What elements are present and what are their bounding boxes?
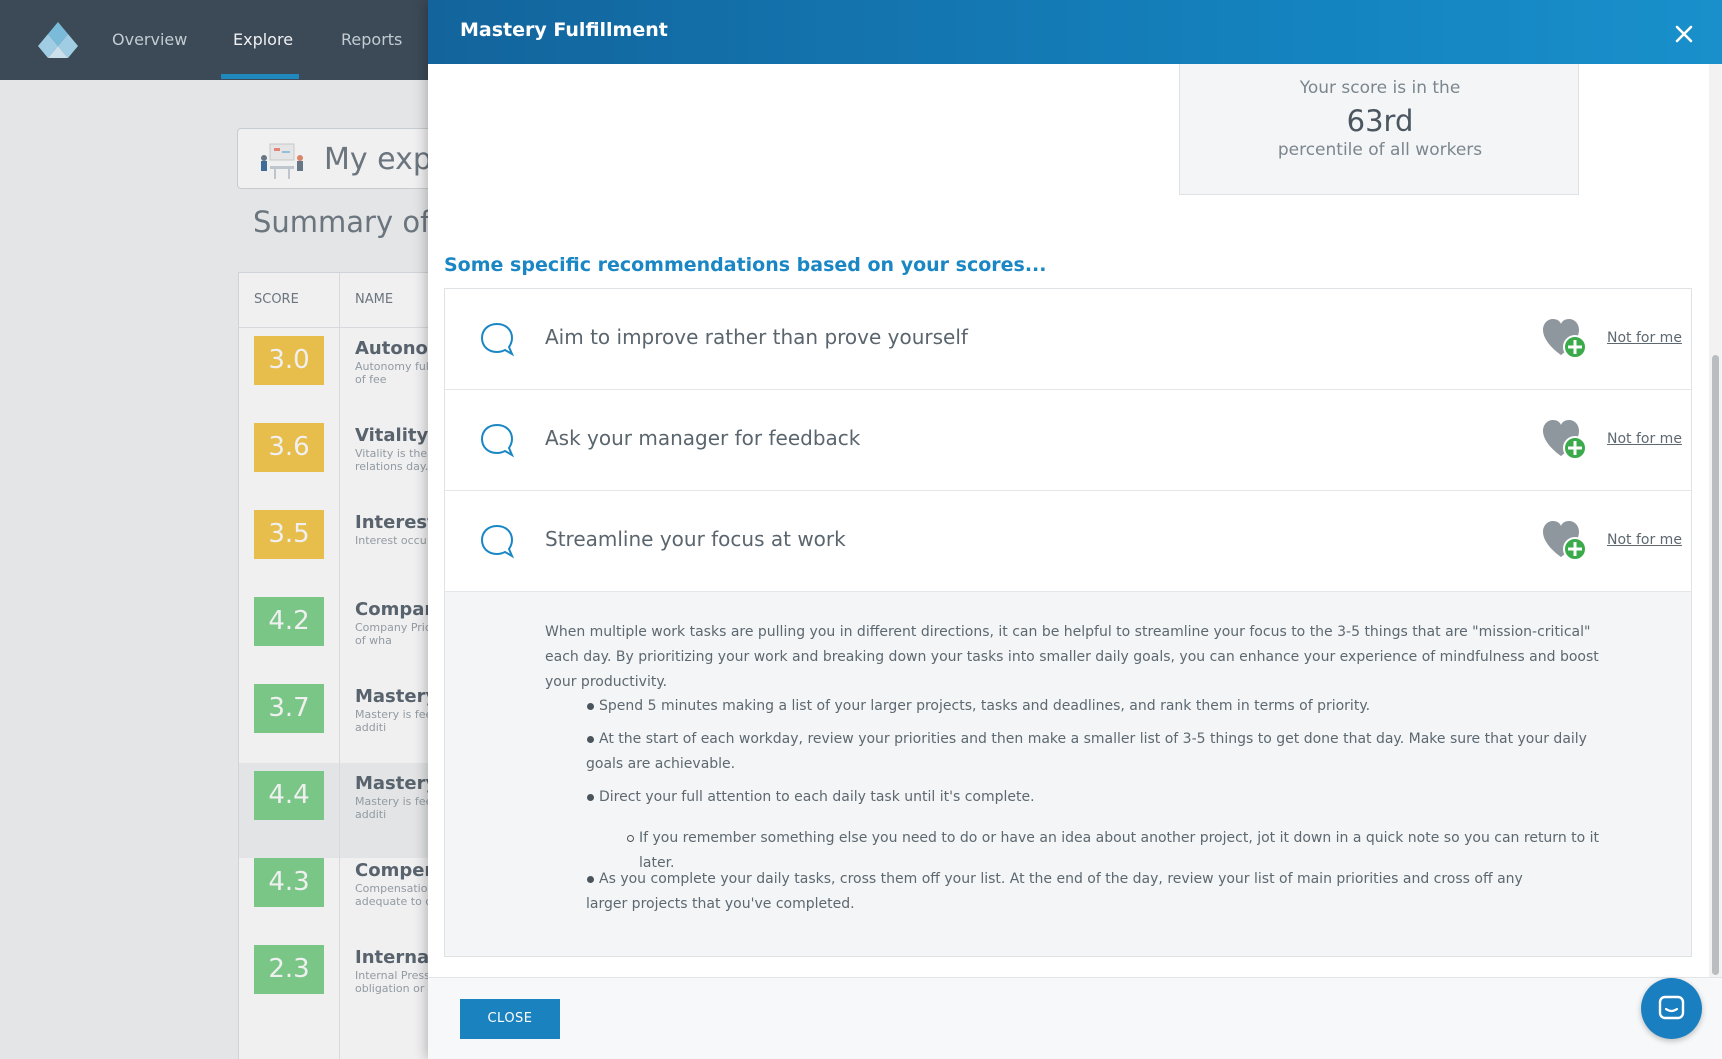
- modal-footer: CLOSE: [428, 977, 1722, 1059]
- bullet-dot: [587, 794, 594, 801]
- recommendations-heading: Some specific recommendations based on y…: [444, 254, 1047, 276]
- recommendation-text[interactable]: Streamline your focus at work: [545, 527, 846, 551]
- heart-plus-icon[interactable]: [1539, 416, 1589, 462]
- not-for-me-link[interactable]: Not for me: [1607, 431, 1682, 447]
- recommendation-item[interactable]: Streamline your focus at work Not for me: [445, 491, 1691, 592]
- percentile-caption: percentile of all workers: [1277, 140, 1483, 160]
- percentile-card: Your score is in the 63rd percentile of …: [1179, 64, 1579, 195]
- detail-paragraph: When multiple work tasks are pulling you…: [545, 624, 1599, 690]
- percentile-label: Your score is in the: [1299, 78, 1461, 98]
- detail-bullet: At the start of each workday, review you…: [586, 731, 1587, 772]
- mastery-fulfillment-modal: Mastery Fulfillment Your score is in the…: [428, 0, 1722, 1059]
- chat-icon: [1658, 995, 1685, 1020]
- chat-launcher-button[interactable]: [1641, 978, 1702, 1039]
- scrollbar-thumb[interactable]: [1712, 355, 1719, 975]
- speech-bubble-icon: [480, 524, 515, 559]
- not-for-me-link[interactable]: Not for me: [1607, 330, 1682, 346]
- recommendations-list: Aim to improve rather than prove yoursel…: [444, 288, 1692, 957]
- percentile-value: 63rd: [1346, 104, 1414, 138]
- detail-bullet: As you complete your daily tasks, cross …: [586, 871, 1523, 912]
- close-button[interactable]: CLOSE: [460, 999, 560, 1039]
- modal-title: Mastery Fulfillment: [460, 19, 668, 41]
- heart-plus-icon[interactable]: [1539, 517, 1589, 563]
- bullet-dot: [587, 703, 594, 710]
- recommendation-detail: When multiple work tasks are pulling you…: [445, 592, 1691, 956]
- detail-bullet: Spend 5 minutes making a list of your la…: [599, 698, 1371, 714]
- modal-header: Mastery Fulfillment: [428, 0, 1722, 64]
- recommendation-item[interactable]: Ask your manager for feedback Not for me: [445, 390, 1691, 491]
- recommendation-item[interactable]: Aim to improve rather than prove yoursel…: [445, 289, 1691, 390]
- close-icon[interactable]: [1674, 24, 1694, 44]
- not-for-me-link[interactable]: Not for me: [1607, 532, 1682, 548]
- heart-plus-icon[interactable]: [1539, 315, 1589, 361]
- speech-bubble-icon: [480, 322, 515, 357]
- recommendation-text[interactable]: Ask your manager for feedback: [545, 426, 860, 450]
- speech-bubble-icon: [480, 423, 515, 458]
- recommendation-text[interactable]: Aim to improve rather than prove yoursel…: [545, 325, 968, 349]
- detail-bullet: Direct your full attention to each daily…: [599, 789, 1035, 805]
- sub-bullet-circle: [627, 835, 634, 842]
